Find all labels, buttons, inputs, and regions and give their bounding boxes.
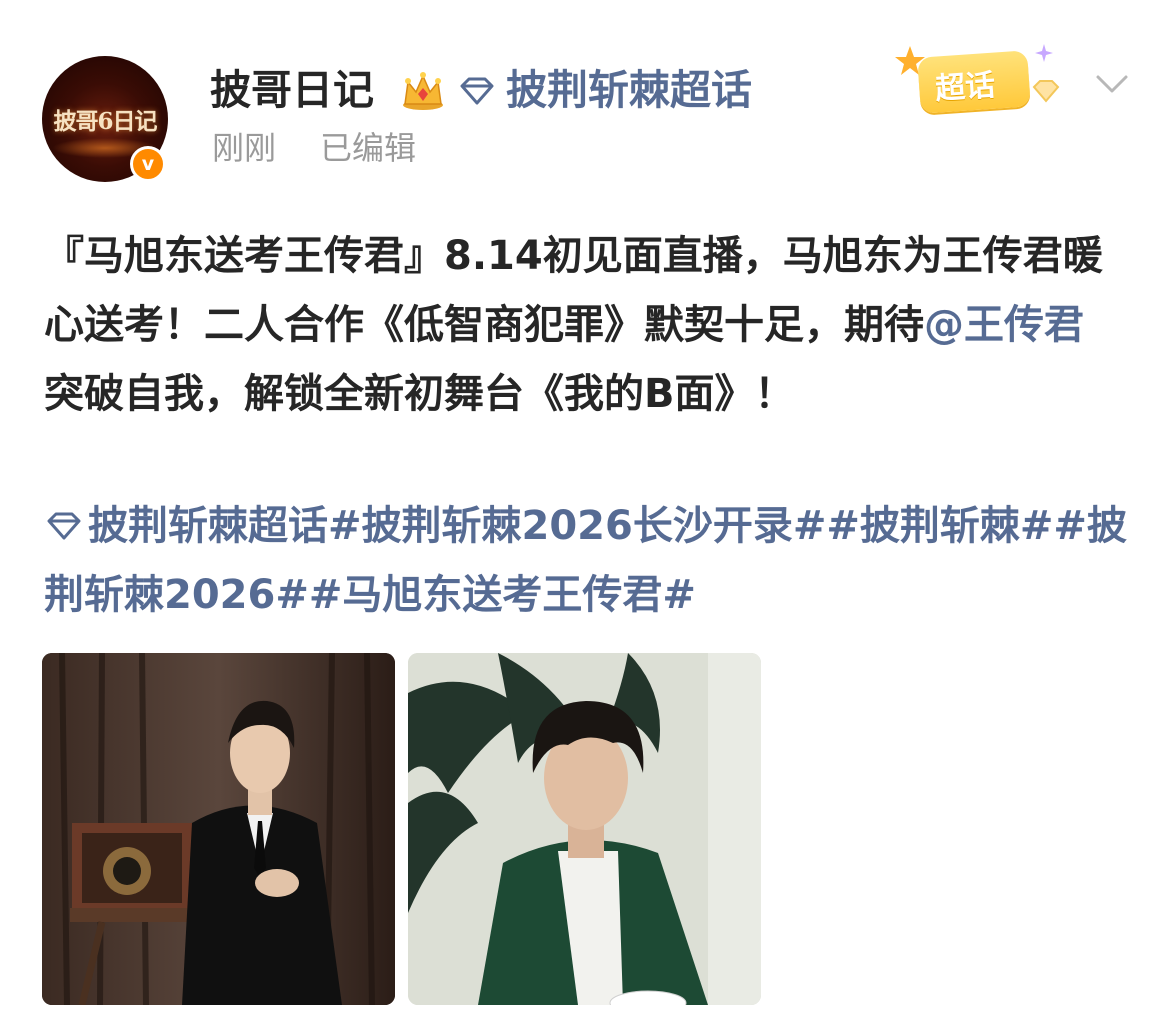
header-topic-link[interactable]: 披荆斩棘超话 — [506, 62, 752, 118]
post-time: 刚刚 — [212, 129, 277, 167]
badge-gem-icon — [1032, 80, 1060, 103]
supertopic-badge[interactable]: 超话 — [893, 44, 1063, 120]
topic-tags-text[interactable]: 披荆斩棘超话#披荆斩棘2026长沙开录##披荆斩棘##披荆斩棘2026##马旭东… — [44, 503, 1127, 618]
sparkle-icon — [1035, 44, 1053, 62]
badge-label: 超话 — [934, 67, 997, 108]
crown-icon — [403, 72, 443, 110]
photo-man-with-camera — [42, 653, 395, 1005]
chevron-down-icon[interactable] — [1094, 68, 1130, 98]
avatar-logo: 披哥6日记 — [53, 108, 157, 135]
post-text: 『马旭东送考王传君』8.14初见面直播，马旭东为王传君暖心送考！二人合作《低智商… — [44, 222, 1134, 429]
post-text-part: 突破自我，解锁全新初舞台《我的B面》！ — [44, 371, 795, 417]
mention-link[interactable]: @王传君 — [924, 302, 1084, 348]
supertopic-gem-icon — [47, 512, 81, 540]
username[interactable]: 披哥日记 — [210, 62, 374, 118]
photo-man-in-green-shirt — [408, 653, 761, 1005]
verified-badge-icon: v — [130, 146, 166, 182]
post-photo[interactable] — [408, 653, 761, 1005]
topic-tags[interactable]: 披荆斩棘超话#披荆斩棘2026长沙开录##披荆斩棘##披荆斩棘2026##马旭东… — [44, 492, 1134, 630]
edited-label[interactable]: 已编辑 — [320, 126, 416, 170]
post-photo[interactable] — [42, 653, 395, 1005]
supertopic-gem-icon — [460, 77, 494, 105]
